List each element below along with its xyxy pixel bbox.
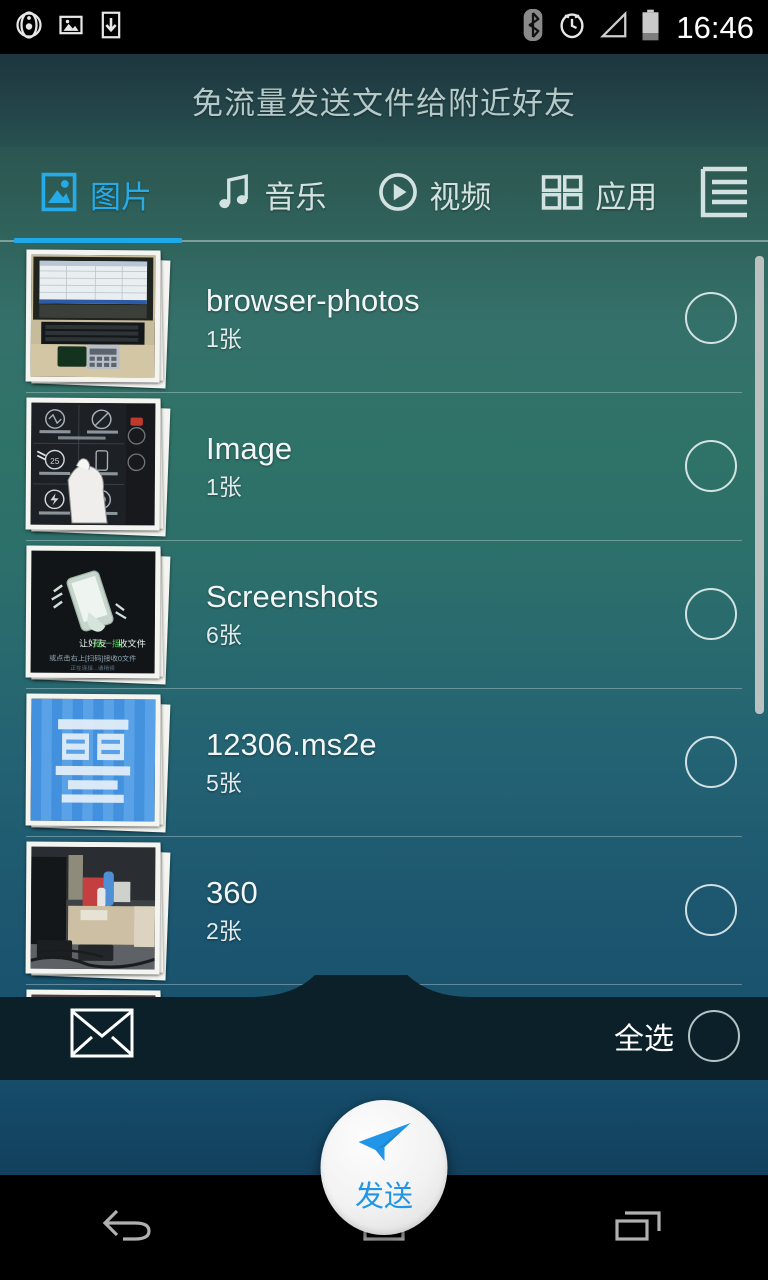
- album-select-radio[interactable]: [685, 588, 737, 640]
- file-list-icon: [697, 164, 749, 225]
- list-item[interactable]: 25 Image 1张: [0, 392, 768, 540]
- nav-back-button[interactable]: [0, 1203, 256, 1252]
- music-note-icon: [213, 170, 255, 219]
- thumb-blue-ticket-qr: [30, 698, 156, 822]
- album-thumbnail: [22, 692, 172, 833]
- category-tab-bar: 图片 音乐 视频 应用: [0, 147, 768, 242]
- status-bar-left-icons: [14, 10, 124, 45]
- location-target-icon: [14, 10, 44, 45]
- album-select-radio[interactable]: [685, 292, 737, 344]
- nav-recents-button[interactable]: [512, 1203, 768, 1252]
- album-text: browser-photos 1张: [206, 282, 685, 355]
- svg-text:25: 25: [50, 457, 60, 466]
- tab-music[interactable]: 音乐: [189, 147, 351, 242]
- thumb-desk-clutter-photo: [30, 846, 156, 970]
- album-select-radio[interactable]: [685, 736, 737, 788]
- album-select-radio[interactable]: [685, 884, 737, 936]
- album-count: 5张: [206, 769, 242, 796]
- select-all-label: 全选: [614, 1023, 674, 1056]
- list-item[interactable]: 12306.ms2e 5张: [0, 688, 768, 836]
- list-item[interactable]: browser-photos 1张: [0, 244, 768, 392]
- back-icon: [97, 1203, 159, 1252]
- bluetooth-icon: [522, 8, 544, 46]
- album-count: 6张: [206, 621, 242, 648]
- album-count: 2张: [206, 917, 242, 944]
- album-thumbnail: [22, 248, 172, 389]
- svg-text:或点击右上[扫码]接收0文件: 或点击右上[扫码]接收0文件: [49, 654, 136, 664]
- album-list[interactable]: browser-photos 1张 25 Image 1张 让好友 摇一摇 收文…: [0, 244, 768, 1080]
- status-bar: 16:46: [0, 0, 768, 54]
- tab-apps[interactable]: 应用: [517, 147, 681, 242]
- tab-apps-label: 应用: [595, 180, 658, 215]
- tab-files[interactable]: [681, 147, 768, 242]
- album-text: 12306.ms2e 5张: [206, 726, 685, 799]
- gallery-image-icon: [57, 11, 85, 44]
- tab-active-indicator: [14, 238, 182, 243]
- select-all-radio[interactable]: [688, 1010, 740, 1062]
- list-scrollbar[interactable]: [755, 256, 764, 714]
- send-button-label: 发送: [354, 1180, 413, 1213]
- tab-video-label: 视频: [429, 180, 492, 215]
- album-name: Screenshots: [206, 578, 379, 614]
- svg-text:收文件: 收文件: [118, 638, 146, 649]
- album-thumbnail: 让好友 摇一摇 收文件 或点击右上[扫码]接收0文件 正在连接...请稍候: [22, 544, 172, 685]
- list-item[interactable]: 360 2张: [0, 836, 768, 984]
- album-thumbnail: 25: [22, 396, 172, 537]
- album-text: 360 2张: [206, 874, 685, 947]
- album-count: 1张: [206, 325, 242, 352]
- list-item[interactable]: 让好友 摇一摇 收文件 或点击右上[扫码]接收0文件 正在连接...请稍候 Sc…: [0, 540, 768, 688]
- album-text: Image 1张: [206, 430, 685, 503]
- tab-music-label: 音乐: [264, 180, 327, 215]
- play-circle-icon: [376, 170, 420, 219]
- album-name: 360: [206, 874, 258, 910]
- album-text: Screenshots 6张: [206, 578, 685, 651]
- thumb-shake-to-send-poster: 让好友 摇一摇 收文件 或点击右上[扫码]接收0文件 正在连接...请稍候: [30, 550, 156, 674]
- page-title: 免流量发送文件给附近好友: [192, 86, 576, 121]
- apps-grid-icon: [540, 170, 586, 219]
- thumb-desk-monitor-photo: [30, 254, 156, 378]
- svg-text:摇一摇: 摇一摇: [93, 638, 121, 649]
- tab-video[interactable]: 视频: [351, 147, 517, 242]
- picture-icon: [37, 170, 81, 219]
- phone-screen: 16:46 免流量发送文件给附近好友 图片 音乐 视频 应用 browser-p…: [0, 0, 768, 1280]
- signal-icon: [600, 10, 628, 45]
- tab-pictures[interactable]: 图片: [0, 147, 189, 242]
- envelope-icon[interactable]: [70, 1008, 134, 1058]
- status-bar-right-icons: 16:46: [522, 8, 754, 46]
- paper-plane-icon: [354, 1121, 414, 1172]
- send-button[interactable]: 发送: [320, 1100, 448, 1235]
- album-thumbnail: [22, 840, 172, 981]
- app-title-bar: 免流量发送文件给附近好友: [0, 54, 768, 147]
- recents-icon: [609, 1203, 671, 1252]
- download-icon: [98, 11, 124, 44]
- album-name: browser-photos: [206, 282, 420, 318]
- battery-icon: [641, 9, 660, 46]
- bottom-action-bar: 全选: [0, 975, 768, 1080]
- tab-pictures-label: 图片: [89, 180, 152, 215]
- thumb-phone-manager-screenshot: 25: [30, 402, 156, 526]
- status-bar-clock: 16:46: [676, 9, 754, 45]
- select-all-control[interactable]: 全选: [614, 1010, 740, 1062]
- album-select-radio[interactable]: [685, 440, 737, 492]
- album-count: 1张: [206, 473, 242, 500]
- album-name: Image: [206, 430, 293, 466]
- alarm-clock-icon: [557, 9, 587, 45]
- album-name: 12306.ms2e: [206, 726, 377, 762]
